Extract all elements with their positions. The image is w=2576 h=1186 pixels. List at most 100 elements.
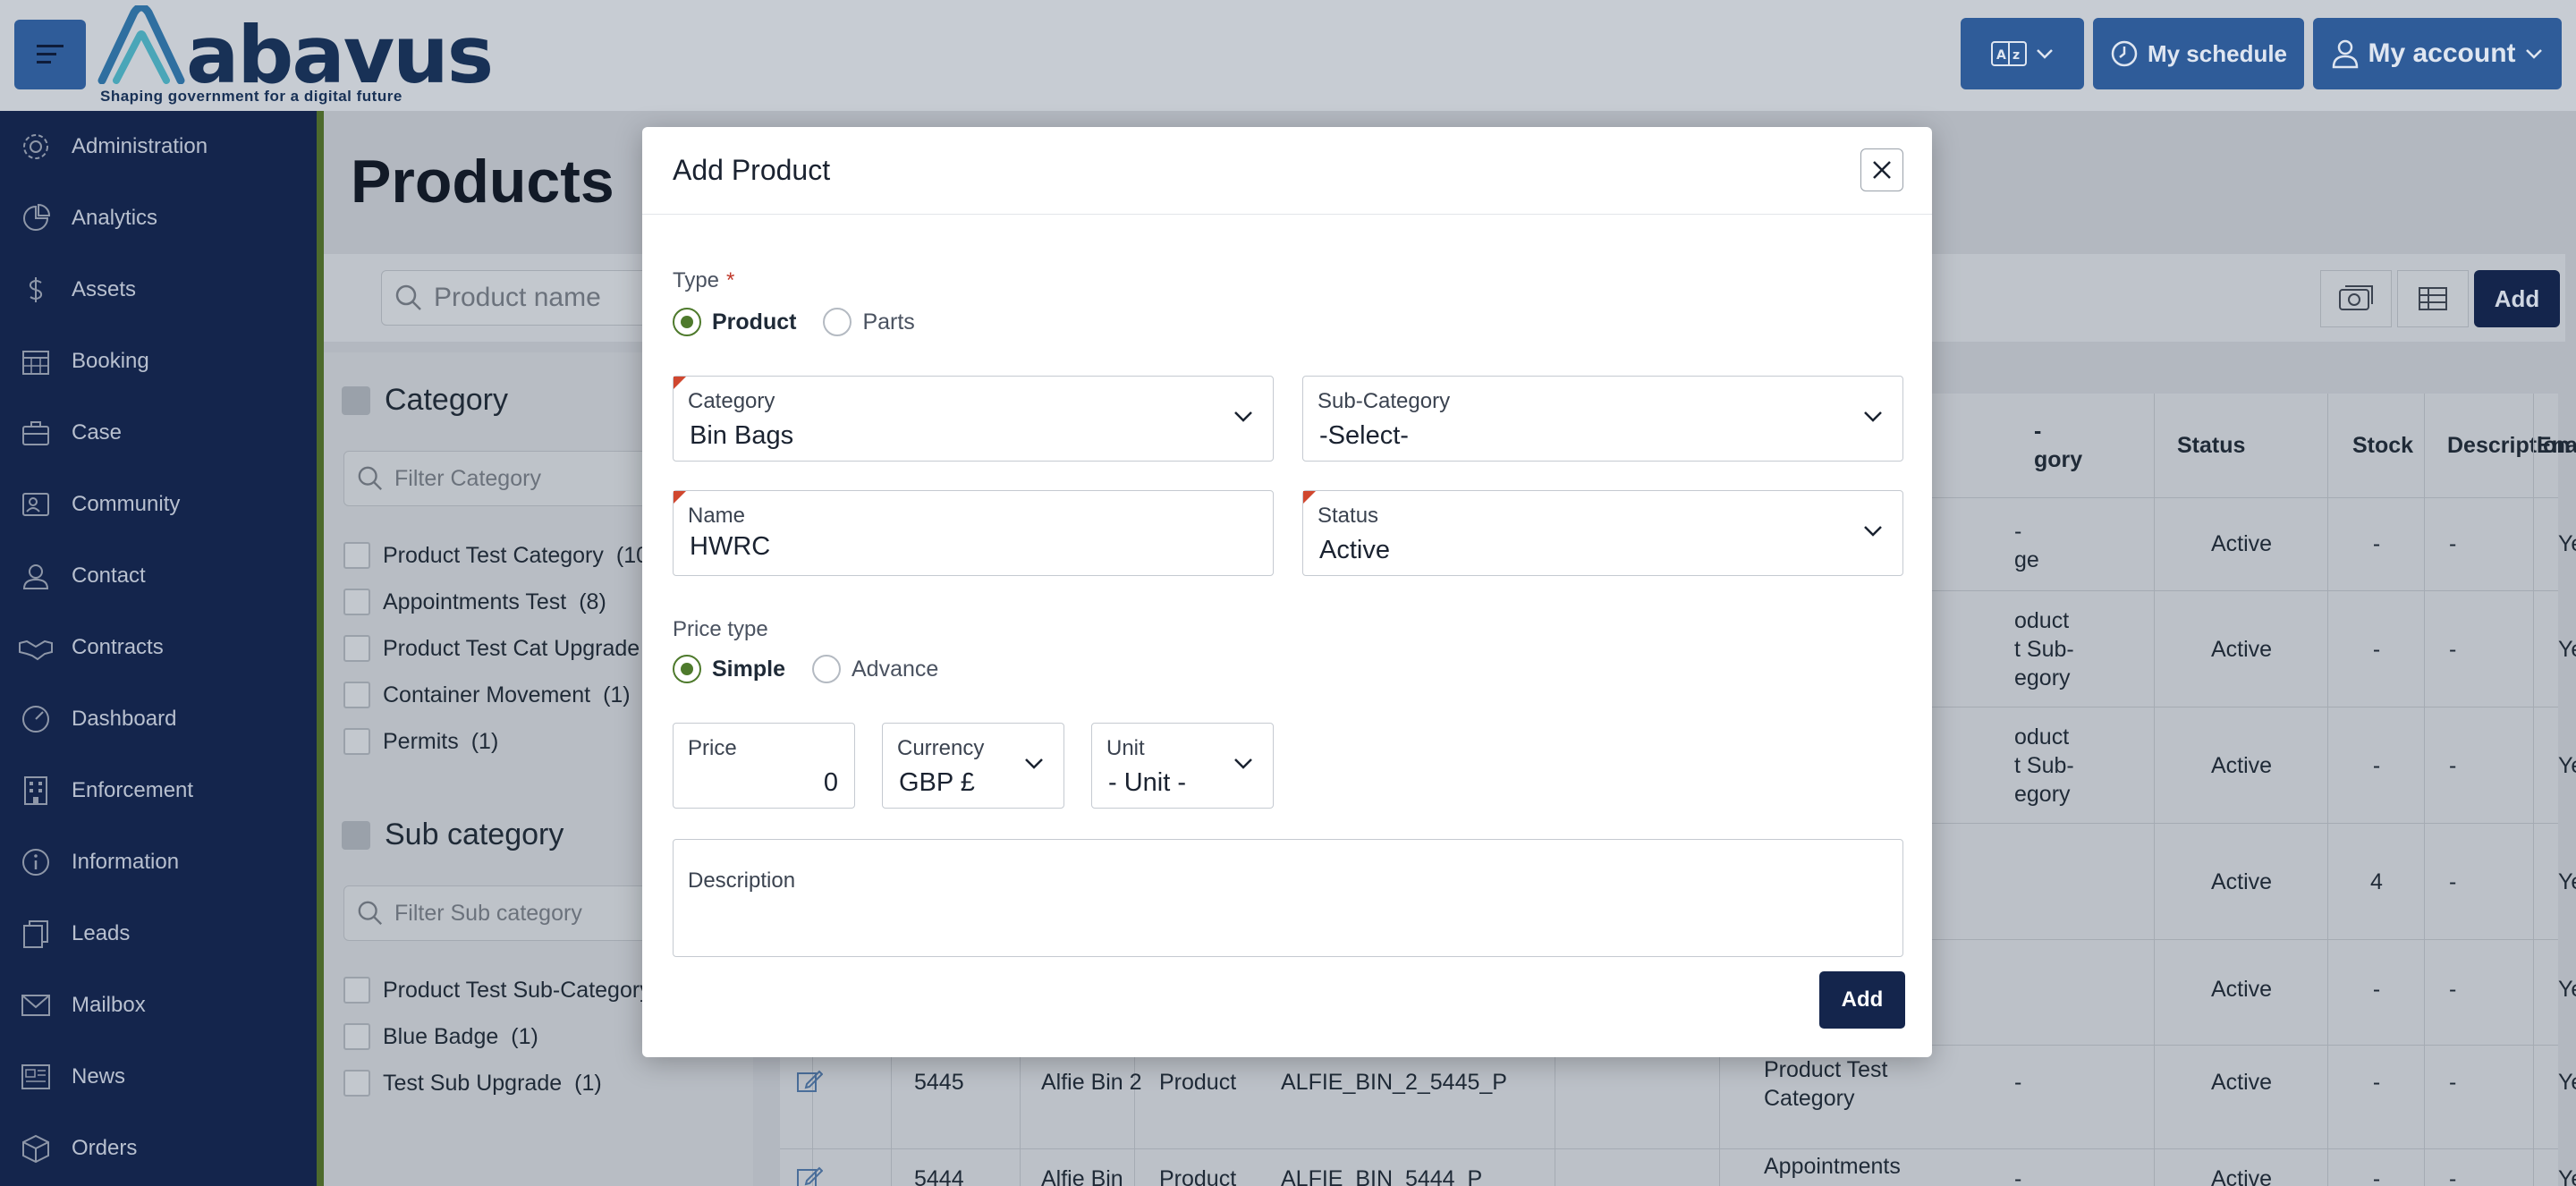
price-value: 0 xyxy=(823,768,838,797)
subcategory-option[interactable]: Test Sub Upgrade (1) xyxy=(343,1070,602,1097)
description-field[interactable]: Description xyxy=(673,839,1903,957)
sidebar-item-news[interactable]: News xyxy=(0,1041,317,1113)
sidebar-item-label: Dashboard xyxy=(72,707,177,731)
price-type-radio-group: Simple Advance xyxy=(673,655,938,683)
checkbox[interactable] xyxy=(343,589,370,615)
subcategory-option[interactable]: Blue Badge (1) xyxy=(343,1023,538,1050)
add-button[interactable]: Add xyxy=(1819,971,1905,1029)
collapse-checkbox[interactable] xyxy=(342,385,370,415)
category-label: Category xyxy=(688,389,775,413)
translate-icon: Az xyxy=(1991,41,2027,66)
subcategory-filter-header[interactable]: Sub category xyxy=(342,817,564,852)
sidebar-item-label: Community xyxy=(72,492,181,516)
status-select[interactable]: Status Active xyxy=(1302,490,1903,576)
category-select[interactable]: Category Bin Bags xyxy=(673,376,1274,462)
newspaper-icon xyxy=(18,1059,54,1095)
header-status[interactable]: Status xyxy=(2156,394,2331,497)
sidebar-nav: Administration Analytics Assets Booking … xyxy=(0,111,324,1186)
table-cell: - xyxy=(2372,753,2381,778)
person-icon xyxy=(18,558,54,594)
table-cell: - xyxy=(2449,1070,2457,1095)
sidebar-item-administration[interactable]: Administration xyxy=(0,111,317,182)
price-label: Price xyxy=(688,736,737,760)
sidebar-item-mailbox[interactable]: Mailbox xyxy=(0,970,317,1041)
sidebar-item-enforcement[interactable]: Enforcement xyxy=(0,755,317,826)
description-label: Description xyxy=(688,868,796,893)
table-cell: Alfie Bin 2 xyxy=(1041,1070,1142,1095)
category-option[interactable]: Product Test Cat Upgrade( xyxy=(343,635,660,662)
type-parts-label[interactable]: Parts xyxy=(862,309,914,335)
collapse-checkbox[interactable] xyxy=(342,820,370,850)
sidebar-item-label: Analytics xyxy=(72,206,158,230)
my-schedule-button[interactable]: My schedule xyxy=(2093,18,2304,89)
category-filter-header[interactable]: Category xyxy=(342,383,508,418)
type-product-label[interactable]: Product xyxy=(712,309,796,335)
currency-select[interactable]: Currency GBP £ xyxy=(882,723,1064,809)
column-divider xyxy=(2154,394,2155,1186)
table-cell: Active xyxy=(2210,753,2273,778)
price-simple-radio[interactable] xyxy=(673,655,701,683)
sidebar-item-case[interactable]: Case xyxy=(0,397,317,469)
price-simple-label[interactable]: Simple xyxy=(712,657,785,682)
language-button[interactable]: Az xyxy=(1961,18,2084,89)
checkbox[interactable] xyxy=(343,542,370,569)
documents-icon xyxy=(18,916,54,952)
type-parts-radio[interactable] xyxy=(823,308,852,336)
header-stock[interactable]: Stock xyxy=(2331,394,2426,497)
menu-toggle-button[interactable] xyxy=(14,20,86,89)
checkbox[interactable] xyxy=(343,1023,370,1050)
subcategory-option[interactable]: Product Test Sub-Category xyxy=(343,977,664,1004)
sidebar-item-dashboard[interactable]: Dashboard xyxy=(0,683,317,755)
sidebar-item-contracts[interactable]: Contracts xyxy=(0,612,317,683)
chart-icon xyxy=(18,200,54,236)
name-field[interactable]: Name HWRC xyxy=(673,490,1274,576)
column-divider xyxy=(2424,394,2425,1186)
table-cell: - xyxy=(2449,977,2457,1002)
table-view-button[interactable] xyxy=(2397,270,2469,327)
category-option[interactable]: Appointments Test (8) xyxy=(343,589,606,615)
edit-icon[interactable] xyxy=(796,1068,823,1095)
checkbox[interactable] xyxy=(343,1070,370,1097)
type-product-radio[interactable] xyxy=(673,308,701,336)
subcategory-select[interactable]: Sub-Category -Select- xyxy=(1302,376,1903,462)
price-field[interactable]: Price 0 xyxy=(673,723,855,809)
checkbox[interactable] xyxy=(343,635,370,662)
price-advance-label[interactable]: Advance xyxy=(852,657,938,682)
table-cell: ALFIE_BIN_5444_P xyxy=(1281,1166,1483,1186)
sidebar-item-assets[interactable]: Assets xyxy=(0,254,317,326)
subcategory-filter-title: Sub category xyxy=(385,817,564,851)
unit-select[interactable]: Unit - Unit - xyxy=(1091,723,1274,809)
sidebar-item-booking[interactable]: Booking xyxy=(0,326,317,397)
checkbox[interactable] xyxy=(343,977,370,1004)
add-product-modal: Add Product Type * Product Parts Category… xyxy=(642,127,1932,1057)
table-cell: - xyxy=(2449,1166,2457,1186)
checkbox[interactable] xyxy=(343,682,370,708)
camera-view-button[interactable] xyxy=(2320,270,2392,327)
user-icon xyxy=(2333,39,2359,69)
abavus-logo[interactable]: abavus Shaping government for a digital … xyxy=(97,4,494,107)
sidebar-item-contact[interactable]: Contact xyxy=(0,540,317,612)
add-product-button[interactable]: Add xyxy=(2474,270,2560,327)
close-button[interactable] xyxy=(1860,148,1903,191)
table-cell: - xyxy=(2449,869,2457,894)
sidebar-item-label: Mailbox xyxy=(72,993,146,1017)
sidebar-item-label: Enforcement xyxy=(72,778,194,802)
edit-icon[interactable] xyxy=(796,1165,823,1186)
filter-subcategory-placeholder: Filter Sub category xyxy=(394,900,582,926)
modal-title: Add Product xyxy=(673,154,831,186)
header-enabled[interactable]: Enabled xyxy=(2537,394,2576,497)
search-icon xyxy=(395,284,421,310)
sidebar-item-analytics[interactable]: Analytics xyxy=(0,182,317,254)
my-account-button[interactable]: My account xyxy=(2313,18,2562,89)
sidebar-item-community[interactable]: Community xyxy=(0,469,317,540)
sidebar-item-orders[interactable]: Orders xyxy=(0,1113,317,1184)
header-subcategory[interactable]: - gory xyxy=(2012,394,2156,497)
category-option[interactable]: Container Movement (1) xyxy=(343,682,631,708)
category-option[interactable]: Permits (1) xyxy=(343,728,498,755)
category-option[interactable]: Product Test Category (10) xyxy=(343,542,656,569)
price-advance-radio[interactable] xyxy=(811,655,841,683)
sidebar-item-information[interactable]: Information xyxy=(0,826,317,898)
category-value: Bin Bags xyxy=(690,421,794,450)
checkbox[interactable] xyxy=(343,728,370,755)
sidebar-item-leads[interactable]: Leads xyxy=(0,898,317,970)
